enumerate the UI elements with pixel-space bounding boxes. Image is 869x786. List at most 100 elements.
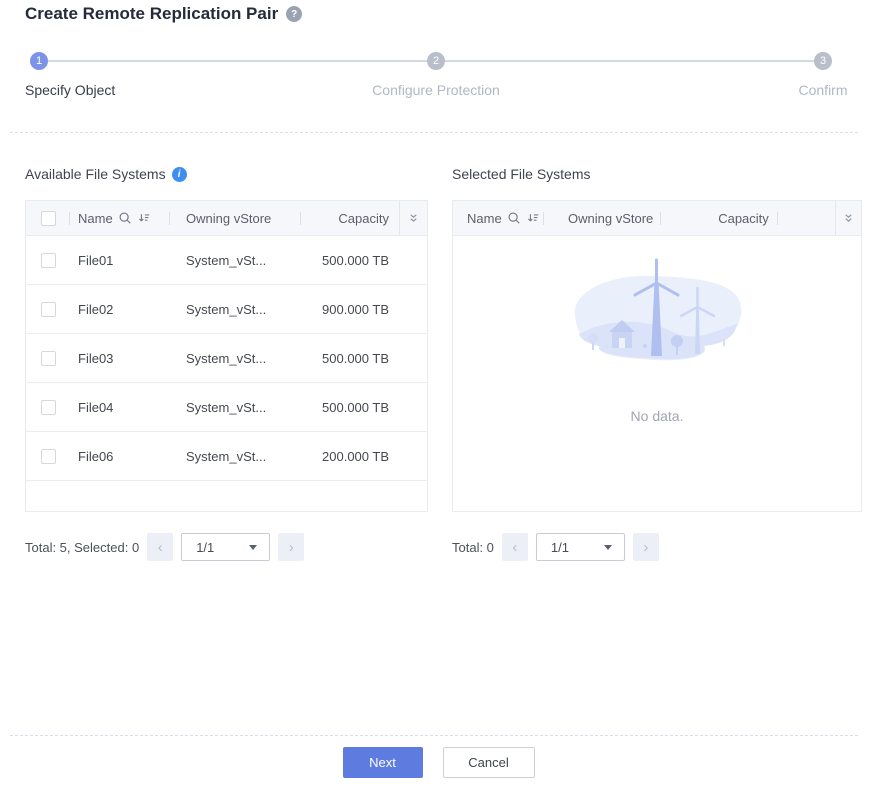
next-page-button[interactable]: ›: [278, 533, 304, 561]
next-page-button[interactable]: ›: [633, 533, 659, 561]
available-pagination: Total: 5, Selected: 0 ‹ 1/1 ›: [25, 533, 428, 561]
row-checkbox-cell: [26, 334, 70, 382]
sort-icon[interactable]: [137, 211, 151, 225]
row-checkbox[interactable]: [41, 253, 56, 268]
available-pagination-summary: Total: 5, Selected: 0: [25, 540, 139, 555]
step-3-circle: 3: [814, 52, 832, 70]
row-spacer-cell: [399, 236, 427, 284]
name-column-header: Name: [453, 201, 544, 235]
row-capacity-cell: 500.000 TB: [301, 334, 399, 382]
page-select-dropdown[interactable]: 1/1: [536, 533, 625, 561]
selected-pagination-summary: Total: 0: [452, 540, 494, 555]
prev-page-button[interactable]: ‹: [147, 533, 173, 561]
step-1-circle: 1: [30, 52, 48, 70]
row-vstore-cell: System_vSt...: [170, 236, 301, 284]
table-row[interactable]: File01 System_vSt... 500.000 TB: [26, 236, 427, 285]
title-row: Create Remote Replication Pair ?: [25, 4, 302, 24]
available-file-systems-panel: Available File Systems i Name: [25, 163, 428, 561]
name-column-header: Name: [70, 201, 170, 235]
transfer-panels: Available File Systems i Name: [25, 163, 862, 561]
available-table: Name Owning vStore: [25, 200, 428, 512]
table-row[interactable]: File03 System_vSt... 500.000 TB: [26, 334, 427, 383]
name-column-label: Name: [467, 211, 502, 226]
row-capacity-cell: 200.000 TB: [301, 432, 399, 480]
top-divider: [10, 132, 858, 133]
step-2-label: Configure Protection: [372, 82, 500, 98]
row-checkbox-cell: [26, 285, 70, 333]
selected-file-systems-panel: Selected File Systems Name: [452, 163, 862, 561]
no-data-illustration: [553, 258, 761, 380]
available-table-header: Name Owning vStore: [26, 201, 427, 236]
dropdown-caret-icon: [249, 545, 257, 550]
step-2-circle: 2: [427, 52, 445, 70]
step-connector-line: [48, 60, 427, 62]
available-table-body: File01 System_vSt... 500.000 TB File02 S…: [26, 236, 427, 481]
name-column-label: Name: [78, 211, 113, 226]
table-row[interactable]: File02 System_vSt... 900.000 TB: [26, 285, 427, 334]
selected-table: Name Owning vStore: [452, 200, 862, 512]
search-icon[interactable]: [507, 211, 521, 225]
row-capacity-cell: 500.000 TB: [301, 383, 399, 431]
page-select-value: 1/1: [196, 540, 214, 555]
select-all-checkbox[interactable]: [41, 211, 56, 226]
row-checkbox-cell: [26, 236, 70, 284]
row-spacer-cell: [399, 432, 427, 480]
select-all-cell: [26, 201, 70, 235]
row-checkbox-cell: [26, 432, 70, 480]
info-icon[interactable]: i: [172, 167, 187, 182]
header-divider: [777, 212, 778, 225]
double-chevron-down-icon[interactable]: [843, 213, 854, 224]
row-spacer-cell: [399, 383, 427, 431]
row-vstore-cell: System_vSt...: [170, 383, 301, 431]
next-button[interactable]: Next: [343, 747, 423, 778]
cancel-button[interactable]: Cancel: [443, 747, 535, 778]
help-icon[interactable]: ?: [286, 6, 302, 22]
row-spacer-cell: [399, 334, 427, 382]
table-empty-strip: [26, 481, 427, 511]
page-title: Create Remote Replication Pair: [25, 4, 278, 24]
double-chevron-down-icon[interactable]: [408, 213, 419, 224]
selected-title-row: Selected File Systems: [452, 163, 862, 185]
row-name-cell: File02: [70, 285, 170, 333]
column-settings-cell: [399, 201, 427, 235]
vstore-column-label: Owning vStore: [186, 211, 271, 226]
step-3-label: Confirm: [798, 82, 847, 98]
dropdown-caret-icon: [604, 545, 612, 550]
search-icon[interactable]: [118, 211, 132, 225]
vstore-column-header: Owning vStore: [544, 201, 661, 235]
row-checkbox[interactable]: [41, 400, 56, 415]
row-checkbox-cell: [26, 383, 70, 431]
sort-icon[interactable]: [526, 211, 540, 225]
row-checkbox[interactable]: [41, 302, 56, 317]
row-capacity-cell: 900.000 TB: [301, 285, 399, 333]
capacity-column-header: Capacity: [301, 201, 399, 235]
row-checkbox[interactable]: [41, 449, 56, 464]
step-1-label: Specify Object: [25, 82, 115, 98]
row-name-cell: File03: [70, 334, 170, 382]
selected-table-header: Name Owning vStore: [453, 201, 861, 236]
prev-page-button[interactable]: ‹: [502, 533, 528, 561]
wizard-stepper: 1 2 3 Specify Object Configure Protectio…: [25, 40, 849, 100]
bottom-divider: [10, 735, 858, 736]
table-row[interactable]: File06 System_vSt... 200.000 TB: [26, 432, 427, 481]
no-data-text: No data.: [631, 408, 684, 424]
row-name-cell: File06: [70, 432, 170, 480]
capacity-column-label: Capacity: [718, 211, 769, 226]
selected-pagination: Total: 0 ‹ 1/1 ›: [452, 533, 862, 561]
row-name-cell: File04: [70, 383, 170, 431]
footer-buttons: Next Cancel: [0, 747, 869, 778]
page-select-dropdown[interactable]: 1/1: [181, 533, 270, 561]
row-vstore-cell: System_vSt...: [170, 285, 301, 333]
selected-panel-title: Selected File Systems: [452, 166, 591, 182]
row-checkbox[interactable]: [41, 351, 56, 366]
row-vstore-cell: System_vSt...: [170, 432, 301, 480]
available-title-row: Available File Systems i: [25, 163, 428, 185]
step-connector-line: [445, 60, 814, 62]
vstore-column-label: Owning vStore: [568, 211, 653, 226]
vstore-column-header: Owning vStore: [170, 201, 301, 235]
capacity-column-label: Capacity: [338, 211, 389, 226]
page-select-value: 1/1: [551, 540, 569, 555]
table-row[interactable]: File04 System_vSt... 500.000 TB: [26, 383, 427, 432]
capacity-column-header: Capacity: [661, 201, 835, 235]
row-spacer-cell: [399, 285, 427, 333]
